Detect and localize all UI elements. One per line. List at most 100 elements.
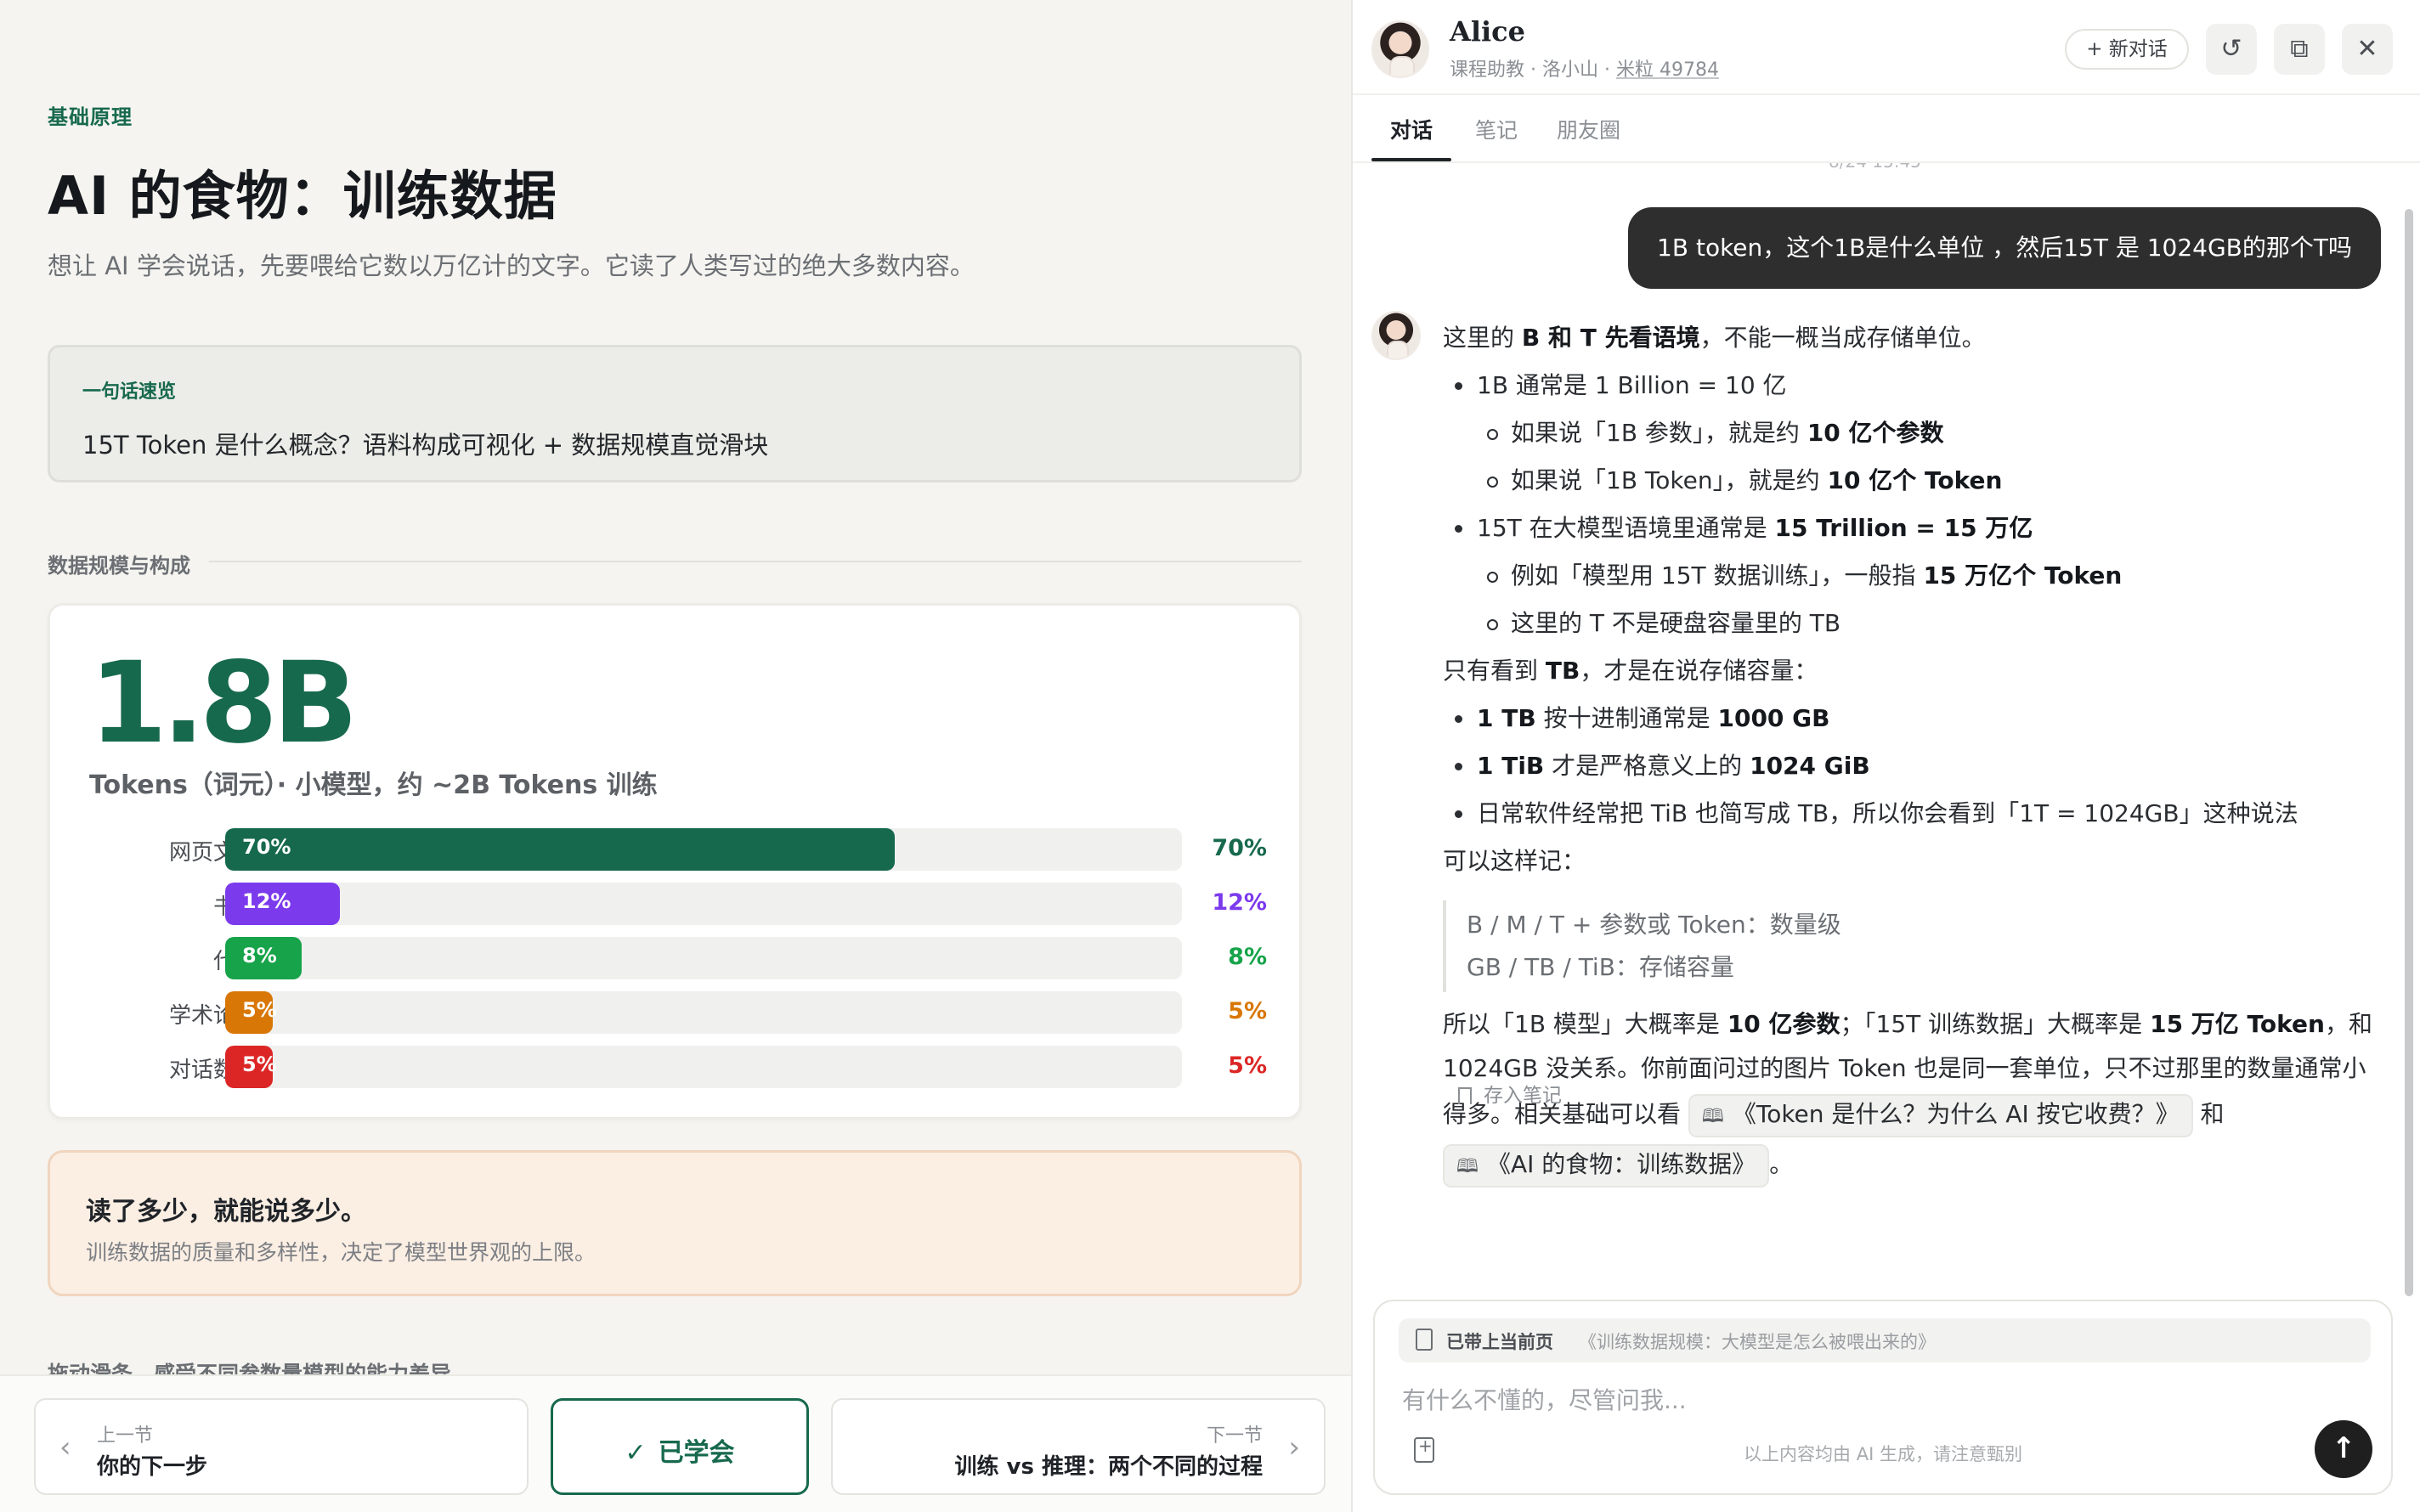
takeaway-card: 读了多少，就能说多少。 训练数据的质量和多样性，决定了模型世界观的上限。: [48, 1150, 1302, 1296]
bookmark-icon: [1458, 1087, 1472, 1104]
active-tab-indicator: [1371, 158, 1451, 161]
chat-panel: Alice 课程助教 · 洛小山 · 米粒 49784 + 新对话 ↺ ⧉ ✕ …: [1353, 0, 2420, 1512]
takeaway-title: 读了多少，就能说多少。: [86, 1197, 366, 1227]
prev-lesson-button[interactable]: ‹ 上一节 你的下一步: [34, 1398, 529, 1495]
bar-value-label: 5%: [1228, 1052, 1267, 1079]
answer-list-storage: 1 TB 按十进制通常是 1000 GB 1 TiB 才是严格意义上的 1024…: [1443, 695, 2386, 838]
check-icon: ✓: [625, 1438, 647, 1468]
bar-inner-label: 8%: [242, 944, 277, 968]
chat-input[interactable]: [1402, 1378, 2337, 1422]
list-item: 如果说「1B 参数」，就是约 10 亿个参数: [1443, 409, 2386, 457]
lesson-navigation: ‹ 上一节 你的下一步 ✓ 已学会 下一节 训练 vs 推理：两个不同的过程 ›: [0, 1374, 1351, 1512]
takeaway-text: 训练数据的质量和多样性，决定了模型世界观的上限。: [86, 1240, 597, 1265]
bar-row: 网页文本 70% 70%: [50, 828, 1304, 871]
bar-value-label: 12%: [1212, 889, 1267, 916]
bar: 12%: [225, 883, 341, 925]
user-message: 1B token，这个1B是什么单位 ，然后15T 是 1024GB的那个T吗: [1628, 207, 2381, 289]
bar-value-label: 70%: [1212, 835, 1267, 861]
mark-learned-button[interactable]: ✓ 已学会: [551, 1398, 809, 1495]
token-count: 1.8B: [89, 638, 358, 769]
list-item: 这里的 T 不是硬盘容量里的 TB: [1443, 600, 2386, 647]
lesson-subtitle: 想让 AI 学会说话，先要喂给它数以万亿计的文字。它读了人类写过的绝大多数内容。: [48, 251, 975, 280]
list-item: 例如「模型用 15T 数据训练」，一般指 15 万亿个 Token: [1443, 552, 2386, 600]
answer-conclusion: 所以「1B 模型」大概率是 10 亿参数；「15T 训练数据」大概率是 15 万…: [1443, 1002, 2386, 1191]
arrow-up-icon: ↑: [2331, 1431, 2356, 1465]
prev-label: 上一节: [97, 1425, 154, 1447]
close-icon: ✕: [2356, 34, 2378, 64]
tab-chat[interactable]: 对话: [1390, 114, 1433, 144]
list-item: 1 TiB 才是严格意义上的 1024 GiB: [1443, 742, 2386, 790]
assistant-message: 这里的 B 和 T 先看语境，不能一概当成存储单位。 1B 通常是 1 Bill…: [1443, 314, 2386, 1191]
learned-label: 已学会: [658, 1438, 735, 1468]
bar: 5%: [225, 991, 277, 1034]
assistant-meta: 课程助教 · 洛小山 · 米粒 49784: [1450, 54, 1719, 82]
assistant-message-avatar: [1371, 311, 1421, 360]
bar-row: 书籍12%12%: [50, 883, 1304, 925]
list-item: 日常软件经常把 TiB 也简写成 TB，所以你会看到「1T = 1024GB」这…: [1443, 790, 2386, 838]
document-icon: [1416, 1329, 1433, 1351]
list-item: 1B 通常是 1 Billion = 10 亿: [1443, 362, 2386, 409]
bar-track: 12%: [225, 883, 1182, 925]
reference-link-training-data[interactable]: 🕮 《AI 的食物：训练数据》: [1443, 1144, 1770, 1188]
chat-tabs: 对话 笔记 朋友圈: [1353, 95, 2420, 163]
bar: 5%: [225, 1046, 277, 1088]
lesson-pane: 基础原理 AI 的食物：训练数据 想让 AI 学会说话，先要喂给它数以万亿计的文…: [0, 0, 1351, 1512]
reference-link-token[interactable]: 🕮 《Token 是什么？为什么 AI 按它收费？》: [1688, 1094, 2193, 1137]
bar: 8%: [225, 937, 302, 979]
bar-inner-label: 12%: [242, 889, 291, 913]
picture-in-picture-icon: ⧉: [2290, 34, 2309, 64]
pip-button[interactable]: ⧉: [2274, 24, 2325, 75]
bar-inner-label: 70%: [242, 835, 291, 859]
lesson-title: AI 的食物：训练数据: [48, 165, 557, 227]
answer-intro: 这里的 B 和 T 先看语境，不能一概当成存储单位。: [1443, 324, 1986, 352]
chevron-right-icon: ›: [1288, 1430, 1300, 1464]
chat-scrollbar[interactable]: [2405, 209, 2413, 1296]
new-chat-label: 新对话: [2108, 38, 2168, 60]
context-attachment[interactable]: 已带上当前页 《训练数据规模：大模型是怎么被喂出来的》: [1399, 1318, 2371, 1362]
bar-track: 5%: [225, 1046, 1182, 1088]
chat-header: Alice 课程助教 · 洛小山 · 米粒 49784 + 新对话 ↺ ⧉ ✕: [1353, 0, 2420, 95]
credits-link[interactable]: 米粒 49784: [1616, 59, 1719, 81]
book-icon: 🕮: [1701, 1106, 1724, 1127]
send-button[interactable]: ↑: [2315, 1420, 2372, 1478]
close-chat-button[interactable]: ✕: [2342, 24, 2393, 75]
lesson-category: 基础原理: [48, 105, 133, 129]
list-item: 15T 在大模型语境里通常是 15 Trillion = 15 万亿: [1443, 505, 2386, 552]
assistant-avatar: [1371, 20, 1429, 78]
message-list[interactable]: 8/24 15:45 1B token，这个1B是什么单位 ，然后15T 是 1…: [1353, 163, 2420, 1293]
bar-track: 70%: [225, 828, 1182, 871]
answer-storage-intro: 只有看到 TB，才是在说存储容量：: [1443, 657, 1818, 685]
bar-inner-label: 5%: [242, 1052, 277, 1076]
app-window: 基础原理 AI 的食物：训练数据 想让 AI 学会说话，先要喂给它数以万亿计的文…: [0, 0, 2420, 1512]
summary-card: 一句话速览 15T Token 是什么概念？语料构成可视化 + 数据规模直觉滑块: [48, 345, 1302, 482]
bar-value-label: 5%: [1228, 998, 1267, 1024]
answer-blockquote: B / M / T + 参数或 Token：数量级 GB / TB / TiB：…: [1443, 900, 2386, 992]
list-item: 如果说「1B Token」，就是约 10 亿个 Token: [1443, 457, 2386, 505]
chevron-left-icon: ‹: [59, 1430, 71, 1464]
bar-value-label: 8%: [1228, 944, 1267, 970]
tab-moments[interactable]: 朋友圈: [1557, 114, 1620, 144]
bar: 70%: [225, 828, 896, 871]
section-heading: 数据规模与构成: [48, 549, 1302, 578]
ai-disclaimer: 以上内容均由 AI 生成，请注意甄别: [1744, 1444, 2022, 1464]
bar-track: 8%: [225, 937, 1182, 979]
data-composition-card: 1.8B Tokens（词元）· 小模型，约 ~2B Tokens 训练 网页文…: [48, 603, 1302, 1120]
next-lesson-button[interactable]: 下一节 训练 vs 推理：两个不同的过程 ›: [831, 1398, 1326, 1495]
context-label: 已带上当前页: [1446, 1332, 1553, 1352]
tab-notes[interactable]: 笔记: [1475, 114, 1518, 144]
section-divider: [48, 561, 1302, 562]
save-note-button[interactable]: 存入笔记: [1458, 1079, 1562, 1108]
next-label: 下一节: [1206, 1425, 1263, 1447]
next-title: 训练 vs 推理：两个不同的过程: [954, 1454, 1263, 1480]
book-icon: 🕮: [1456, 1156, 1479, 1177]
history-button[interactable]: ↺: [2206, 24, 2257, 75]
list-item: 1 TB 按十进制通常是 1000 GB: [1443, 695, 2386, 742]
assistant-name: Alice: [1450, 15, 1525, 48]
token-caption: Tokens（词元）· 小模型，约 ~2B Tokens 训练: [89, 770, 658, 800]
new-chat-button[interactable]: + 新对话: [2065, 29, 2189, 70]
plus-icon: +: [2086, 38, 2109, 60]
bar-inner-label: 5%: [242, 998, 277, 1022]
section-heading-text: 数据规模与构成: [48, 549, 209, 578]
summary-text: 15T Token 是什么概念？语料构成可视化 + 数据规模直觉滑块: [82, 431, 769, 460]
bar-row: 代码8%8%: [50, 937, 1304, 979]
